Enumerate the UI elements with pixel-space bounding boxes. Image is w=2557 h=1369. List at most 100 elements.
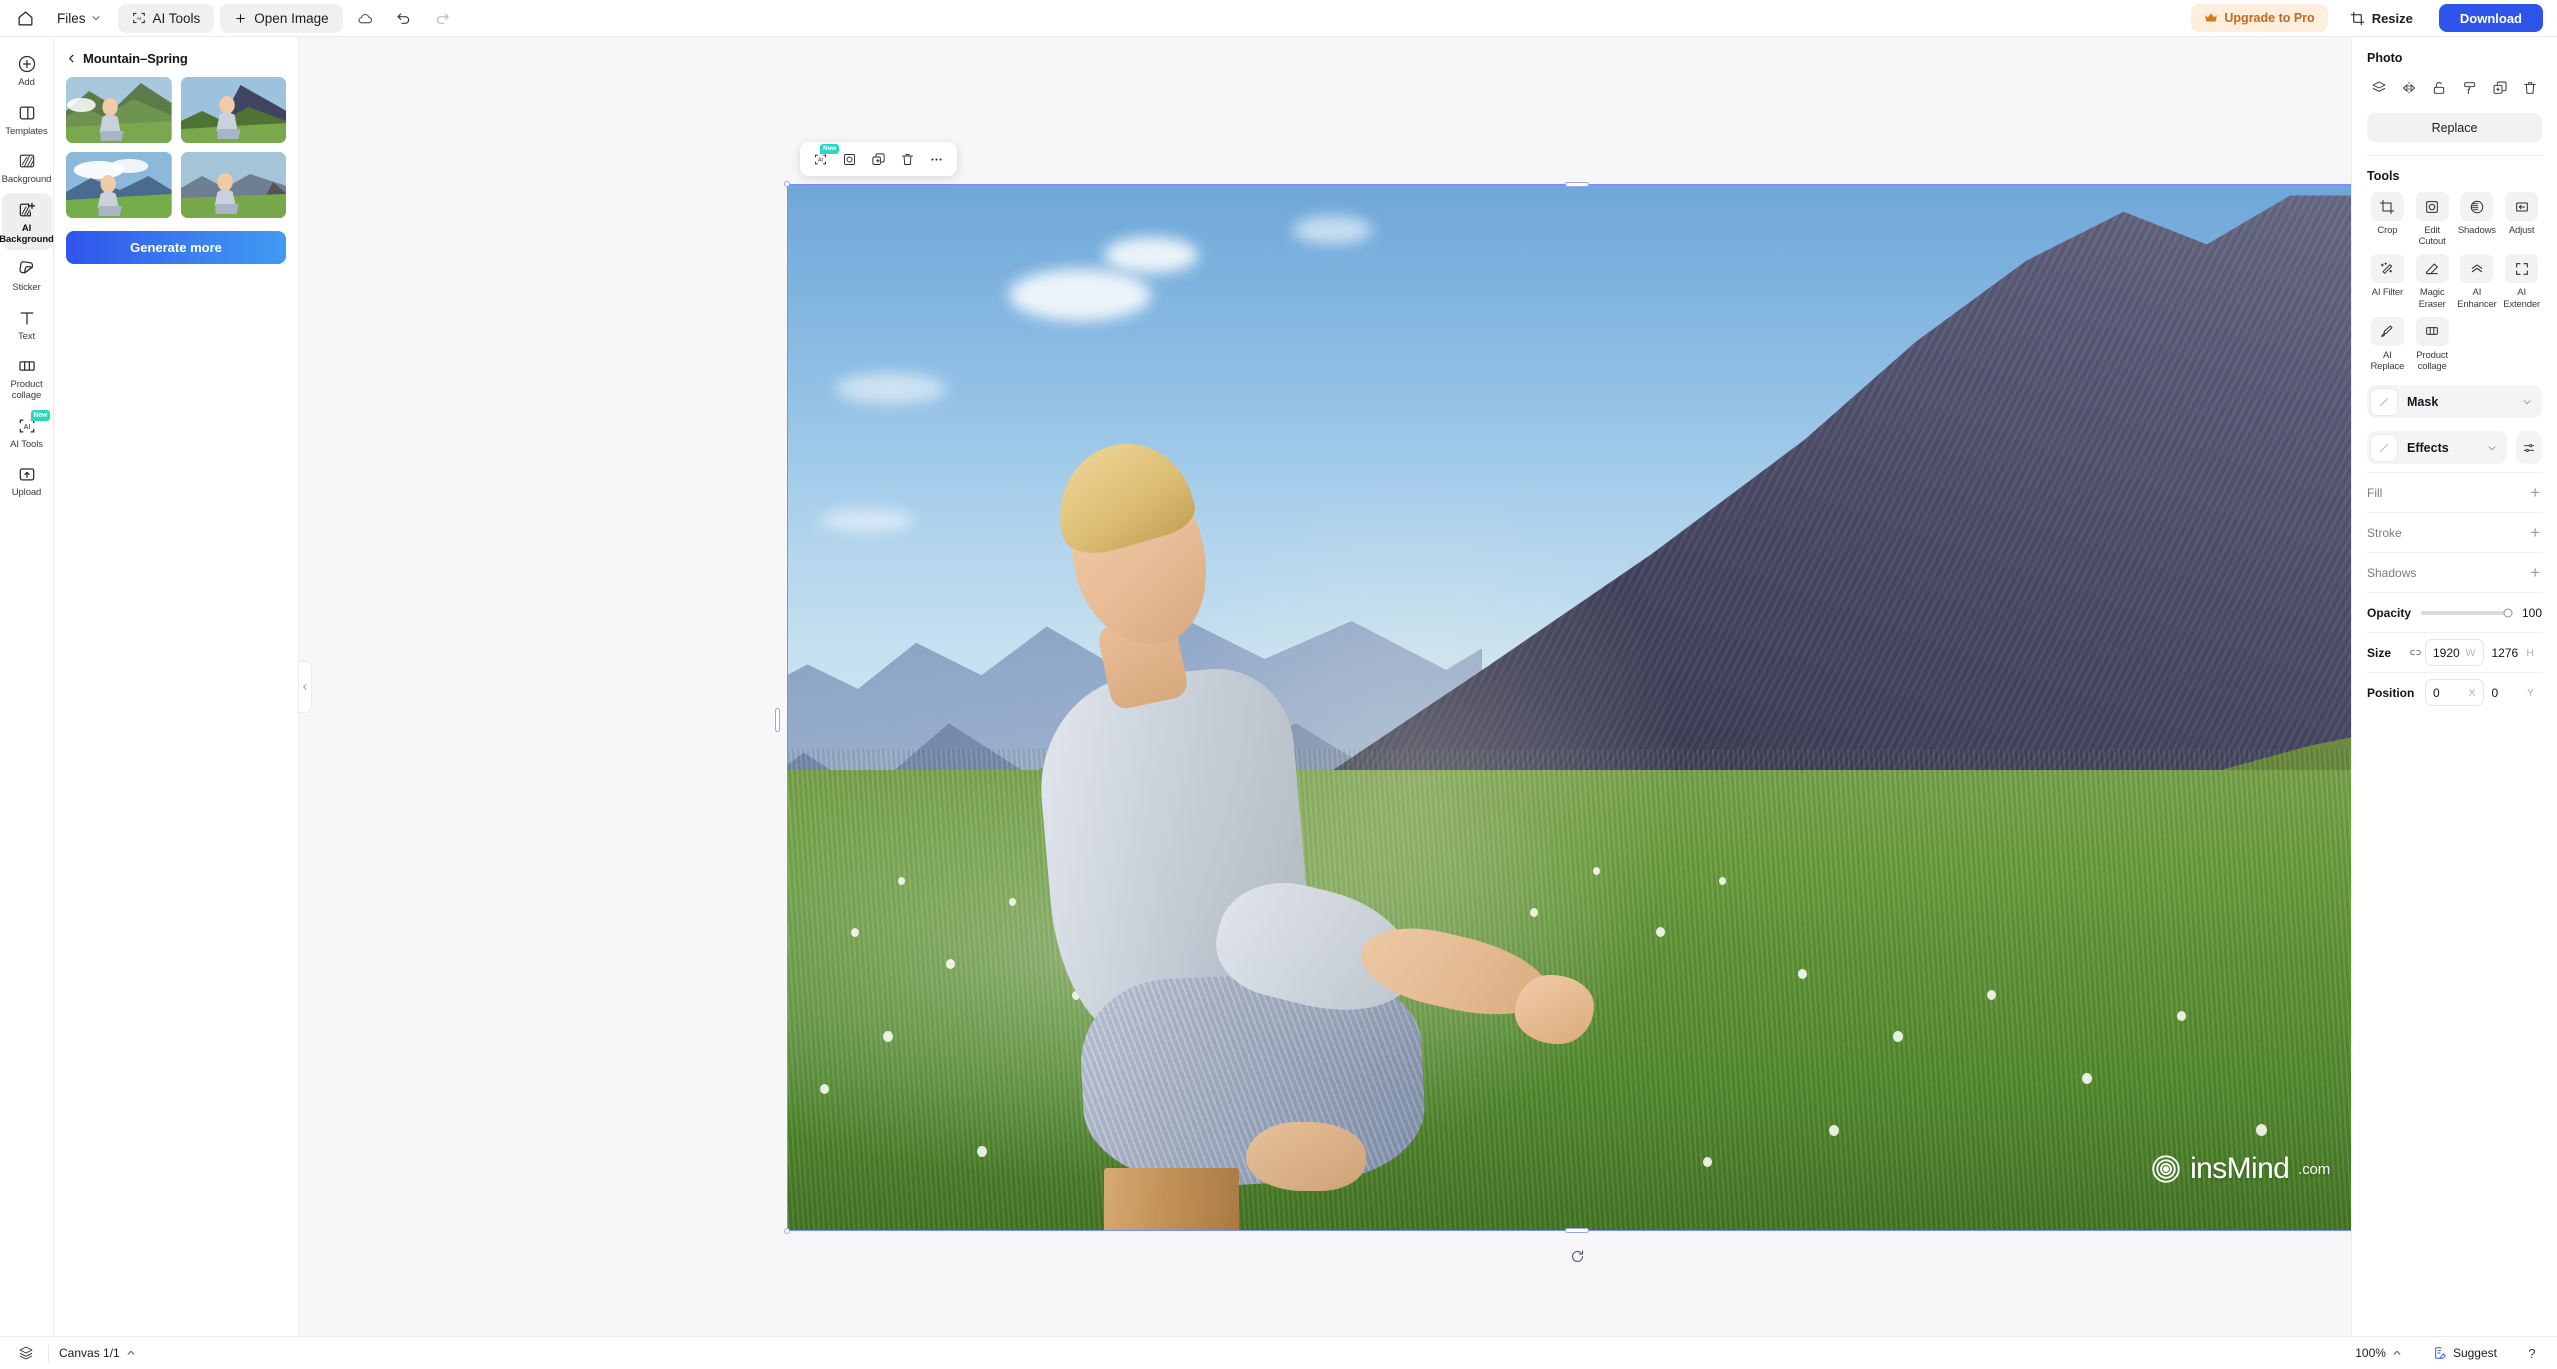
shadows-label: Shadows: [2367, 565, 2417, 580]
help-icon[interactable]: ?: [2521, 1342, 2543, 1364]
result-thumbnail[interactable]: [66, 77, 172, 143]
ai-tools-icon[interactable]: New AI: [807, 143, 840, 173]
stroke-row[interactable]: Stroke +: [2367, 512, 2542, 552]
upload-icon: [16, 463, 38, 485]
artboard[interactable]: insMind .com: [787, 184, 2351, 1231]
opacity-slider[interactable]: [2421, 608, 2513, 618]
panel-collapse-handle[interactable]: [299, 660, 312, 713]
plus-icon: [234, 12, 247, 25]
boy-hand: [1515, 974, 1594, 1045]
tool-edit-cutout[interactable]: Edit Cutout: [2412, 192, 2453, 247]
result-thumbnail[interactable]: [180, 152, 286, 218]
flip-icon[interactable]: [2397, 76, 2421, 100]
replace-button[interactable]: Replace: [2367, 113, 2542, 142]
tool-ai-enhancer[interactable]: AI Enhancer: [2457, 254, 2498, 310]
position-x-input[interactable]: [2433, 685, 2465, 700]
size-width-input[interactable]: [2433, 645, 2462, 660]
sidebar-item-templates[interactable]: Templates: [2, 96, 52, 143]
sidebar-item-upload[interactable]: Upload: [2, 457, 52, 504]
suggest-button[interactable]: Suggest: [2425, 1343, 2505, 1363]
slider-knob[interactable]: [2503, 608, 2513, 618]
plus-icon[interactable]: +: [2528, 524, 2542, 541]
resize-handle-left[interactable]: [775, 707, 780, 732]
panel-back-header[interactable]: Mountain–Spring: [66, 51, 286, 66]
sidebar-item-sticker[interactable]: Sticker: [2, 252, 52, 299]
position-label: Position: [2367, 685, 2415, 700]
canvas-selector[interactable]: Canvas 1/1: [59, 1346, 136, 1360]
sidebar-item-add[interactable]: Add: [2, 47, 52, 94]
tool-product-collage[interactable]: Product collage: [2412, 316, 2453, 372]
duplicate-icon[interactable]: [865, 146, 892, 173]
redo-icon[interactable]: [427, 4, 457, 32]
sidebar-label: AI Tools: [10, 438, 43, 450]
tool-ai-extender[interactable]: AI Extender: [2501, 254, 2542, 310]
position-x-suffix: X: [2468, 686, 2476, 699]
delete-icon[interactable]: [2518, 76, 2542, 100]
resize-handle-bottom[interactable]: [1565, 1228, 1589, 1233]
resize-handle-bottom-left[interactable]: [784, 1228, 790, 1234]
undo-icon[interactable]: [389, 4, 419, 32]
position-y-input[interactable]: [2491, 685, 2523, 700]
resize-button[interactable]: Resize: [2338, 4, 2425, 32]
sliders-icon[interactable]: [2516, 431, 2542, 465]
size-width-field[interactable]: W: [2425, 639, 2484, 667]
tool-ai-filter[interactable]: AI Filter: [2367, 254, 2408, 309]
sidebar-item-text[interactable]: Text: [2, 301, 52, 348]
tool-label: AI Enhancer: [2457, 287, 2497, 310]
panel-title: Photo: [2367, 51, 2403, 65]
ai-tools-button[interactable]: AI AI Tools: [117, 3, 215, 33]
svg-text:AI: AI: [23, 423, 30, 431]
new-badge: New: [30, 409, 51, 421]
position-y-field[interactable]: Y: [2484, 679, 2543, 706]
resize-handle-top[interactable]: [1565, 182, 1589, 187]
tool-adjust[interactable]: Adjust: [2501, 192, 2542, 247]
unlock-icon[interactable]: [2427, 76, 2451, 100]
canvas-area[interactable]: New AI insMind .com: [299, 37, 2351, 1336]
sidebar-item-ai-tools[interactable]: New AI AI Tools: [2, 409, 52, 456]
layers-icon[interactable]: [2367, 76, 2391, 100]
size-height-field[interactable]: H: [2484, 639, 2543, 666]
upgrade-to-pro-button[interactable]: Upgrade to Pro: [2191, 4, 2328, 32]
tool-shadows[interactable]: Shadows: [2457, 192, 2498, 247]
cloud: [1103, 237, 1199, 273]
duplicate-icon[interactable]: [2488, 76, 2512, 100]
position-x-field[interactable]: X: [2425, 679, 2484, 707]
link-icon[interactable]: [2405, 646, 2425, 659]
size-height-input[interactable]: [2491, 645, 2523, 660]
resize-handle-top-left[interactable]: [784, 181, 790, 187]
zoom-control[interactable]: 100%: [2348, 1343, 2409, 1363]
open-image-button[interactable]: Open Image: [220, 3, 343, 33]
text-icon: [16, 307, 38, 329]
plus-circle-icon: [16, 53, 38, 75]
mask-selector[interactable]: Mask: [2367, 385, 2542, 419]
adjust-icon: [2505, 192, 2539, 221]
shadows-row[interactable]: Shadows +: [2367, 552, 2542, 592]
paint-roller-icon[interactable]: [2458, 76, 2482, 100]
sidebar-item-ai-background[interactable]: AI Background: [0, 192, 54, 251]
photo-layer[interactable]: insMind .com: [788, 185, 2351, 1230]
effects-selector[interactable]: Effects: [2367, 431, 2507, 465]
files-menu[interactable]: Files: [46, 6, 112, 31]
edit-cutout-icon[interactable]: [836, 146, 863, 173]
layers-icon[interactable]: [14, 1341, 38, 1365]
plus-icon[interactable]: +: [2528, 484, 2542, 501]
tool-magic-eraser[interactable]: Magic Eraser: [2412, 254, 2453, 310]
result-thumbnail[interactable]: [66, 152, 172, 218]
rotate-handle-icon[interactable]: [1567, 1246, 1587, 1266]
more-options-icon[interactable]: [923, 146, 950, 173]
insmind-logo-icon: [2151, 1154, 2181, 1184]
cloud-sync-icon[interactable]: [351, 4, 381, 32]
result-thumbnail[interactable]: [180, 77, 286, 143]
size-row: Size W H: [2367, 632, 2542, 672]
top-toolbar: Files AI AI Tools Open Image Upgrade to …: [0, 0, 2557, 37]
generate-more-button[interactable]: Generate more: [66, 231, 286, 264]
sidebar-item-product-collage[interactable]: Product collage: [2, 349, 52, 406]
tool-crop[interactable]: Crop: [2367, 192, 2408, 247]
download-button[interactable]: Download: [2438, 4, 2543, 32]
tool-ai-replace[interactable]: AI Replace: [2367, 316, 2408, 372]
plus-icon[interactable]: +: [2528, 564, 2542, 581]
home-icon[interactable]: [10, 4, 40, 32]
sidebar-item-background[interactable]: Background: [2, 144, 52, 191]
fill-row[interactable]: Fill +: [2367, 472, 2542, 512]
delete-icon[interactable]: [894, 146, 921, 173]
